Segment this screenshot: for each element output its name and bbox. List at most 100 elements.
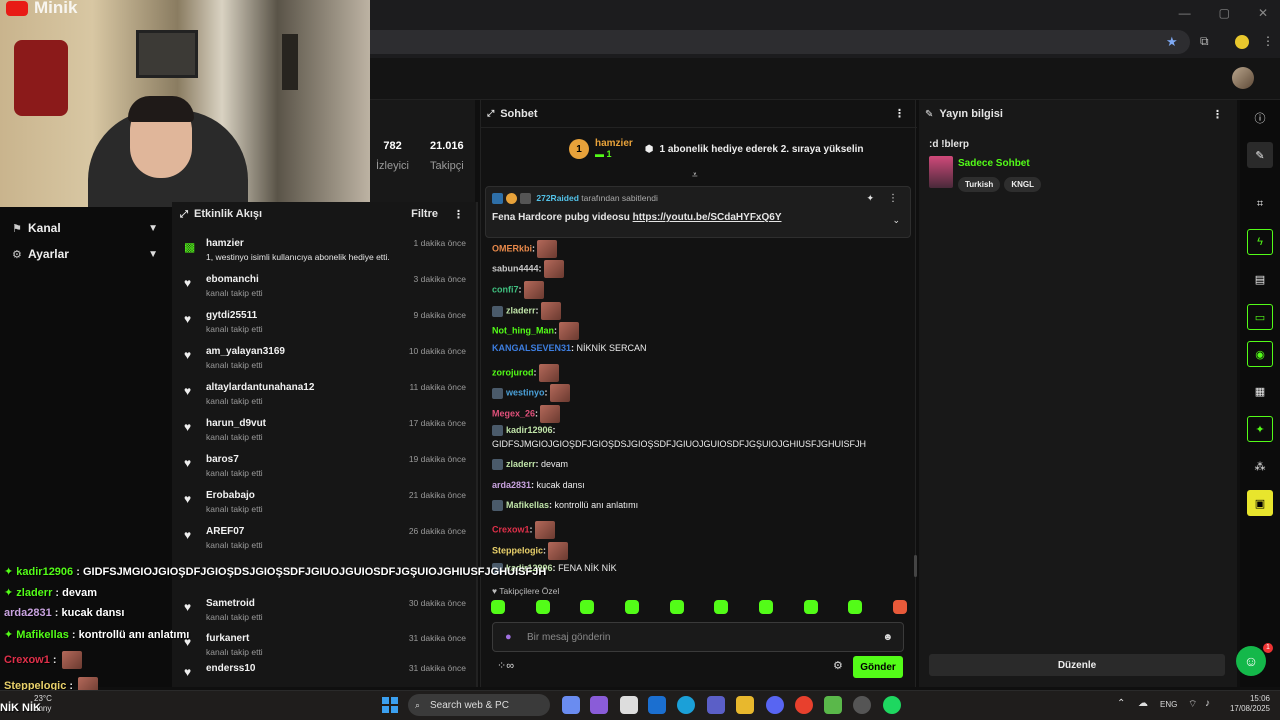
emote-icon[interactable] (548, 542, 569, 560)
emote-icon[interactable] (535, 600, 550, 614)
chat-username[interactable]: westinyo (506, 387, 545, 397)
emote-icon[interactable] (714, 600, 729, 614)
chat-message[interactable]: sabun4444: (492, 260, 564, 278)
expand-icon[interactable]: ⤢ (180, 209, 188, 220)
broadcast-icon[interactable]: ◉ (1247, 341, 1273, 367)
chat-message[interactable]: arda2831: kucak dansı (492, 480, 585, 490)
activity-user[interactable]: gytdi25511 (206, 310, 257, 321)
spotify-icon[interactable] (883, 696, 901, 714)
chat-username[interactable]: arda2831 (492, 480, 531, 490)
extensions-icon[interactable]: ⧉ (1200, 34, 1209, 49)
activity-user[interactable]: ebomanchi (206, 274, 259, 285)
chat-username[interactable]: sabun4444 (492, 263, 539, 273)
chat-username[interactable]: Not_hing_Man (492, 325, 554, 335)
emote-icon[interactable] (758, 600, 773, 614)
pencil-icon[interactable]: ✎ (1247, 142, 1273, 168)
activity-row[interactable]: ♥ harun_d9vut kanalı takip etti 17 dakika ö… (180, 414, 470, 450)
user-avatar[interactable] (1232, 67, 1254, 89)
activity-user[interactable]: am_yalayan3169 (206, 346, 285, 357)
emote-icon[interactable] (669, 600, 684, 614)
language-indicator[interactable]: ENG (1160, 700, 1177, 709)
info-icon[interactable]: ⓘ (1247, 105, 1273, 131)
activity-row[interactable]: ♥ Erobabajo kanalı takip etti 21 dakika önc… (180, 486, 470, 522)
activity-user[interactable]: hamzier (206, 238, 244, 249)
gear-icon[interactable]: ⚙ (833, 659, 843, 672)
expand-icon[interactable]: ⤢ (487, 108, 494, 119)
clapper-icon[interactable]: ▣ (1247, 490, 1273, 516)
activity-user[interactable]: furkanert (206, 633, 249, 644)
chat-message[interactable]: westinyo: (492, 384, 570, 402)
chat-username[interactable]: Mafikellas (506, 500, 549, 510)
chat-message[interactable]: Steppelogic: (492, 542, 569, 560)
copilot-icon[interactable] (562, 696, 580, 714)
activity-row[interactable]: ♥ altaylardantunahana12 kanalı takip etti 1… (180, 378, 470, 414)
chat-username[interactable]: zorojurod (492, 367, 534, 377)
mic-icon[interactable]: ● (505, 631, 512, 643)
layout-icon[interactable]: ▦ (1247, 378, 1273, 404)
browser-menu-icon[interactable]: ⋮ (1262, 34, 1274, 48)
address-bar[interactable] (300, 30, 1190, 54)
volume-icon[interactable]: ♪ (1205, 698, 1210, 709)
maximize-button[interactable]: ▢ (1219, 6, 1230, 20)
chat-username[interactable]: Megex_26 (492, 408, 535, 418)
chevron-down-icon[interactable]: ⌄ (892, 215, 900, 226)
emoji-icon[interactable]: ☻ (882, 632, 893, 643)
minimize-button[interactable]: — (1179, 6, 1191, 20)
activity-user[interactable]: Erobabajo (206, 490, 255, 501)
more-options-icon[interactable]: ⋮ (894, 107, 905, 120)
tag-chip[interactable]: KNGL (1004, 177, 1041, 192)
chat-message[interactable]: confi7: (492, 281, 544, 299)
profile-icon[interactable] (1235, 35, 1249, 49)
chat-message[interactable]: Megex_26: (492, 405, 561, 423)
emote-icon[interactable] (549, 384, 570, 402)
people-icon[interactable]: ⁂ (1247, 453, 1273, 479)
store-icon[interactable] (620, 696, 638, 714)
pin-icon[interactable]: ✦ (866, 193, 874, 204)
send-button[interactable]: Gönder (853, 656, 903, 678)
activity-row[interactable]: ▩ hamzier 1, westinyo isimli kullanıcıya a… (180, 234, 470, 270)
activity-user[interactable]: baros7 (206, 454, 239, 465)
chat-username[interactable]: confi7 (492, 284, 519, 294)
activity-row[interactable]: ♥ am_yalayan3169 kanalı takip etti 10 dakik… (180, 342, 470, 378)
app-icon[interactable] (590, 696, 608, 714)
chat-username[interactable]: kadir12906 (506, 425, 553, 435)
nav-item-ayarlar[interactable]: ⚙ Ayarlar ▼ (0, 241, 172, 267)
chat-username[interactable]: OMERkbi (492, 243, 532, 253)
emote-icon[interactable] (540, 405, 561, 423)
file-explorer-icon[interactable] (736, 696, 754, 714)
emote-icon[interactable] (892, 600, 907, 614)
emote-icon[interactable] (803, 600, 818, 614)
filter-button[interactable]: Filtre (411, 208, 438, 220)
infinity-icon[interactable]: ⁘∞ (497, 659, 514, 672)
emote-icon[interactable] (848, 600, 863, 614)
windows-start-icon[interactable] (382, 697, 398, 713)
chat-message[interactable]: kadir12906: (492, 425, 556, 437)
tag-chip[interactable]: Turkish (958, 177, 1001, 192)
nav-item-kanal[interactable]: ⚑ Kanal ▼ (0, 215, 172, 241)
scroll-down-icon[interactable]: ⩡ (692, 170, 698, 181)
pinned-link[interactable]: https://youtu.be/SCdaHYFxQ6Y (633, 212, 782, 223)
emote-icon[interactable] (538, 364, 559, 382)
emote-icon[interactable] (537, 240, 558, 258)
chat-message[interactable]: Mafikellas: kontrollü anı anlatımı (492, 500, 638, 512)
chat-username[interactable]: KANGALSEVEN31 (492, 343, 571, 353)
gift-leaderboard-banner[interactable]: 1 hamzier ▬ 1 ⬢ 1 abonelik hediye ederek… (569, 138, 864, 160)
stream-category[interactable]: Sadece Sohbet (958, 158, 1030, 169)
wrench-icon[interactable]: ✦ (1247, 416, 1273, 442)
help-chat-icon[interactable]: ☺ (1236, 646, 1266, 676)
chat-message[interactable]: zladerr: (492, 302, 561, 320)
activity-user[interactable]: altaylardantunahana12 (206, 382, 314, 393)
activity-row[interactable]: ♥ baros7 kanalı takip etti 19 dakika önce (180, 450, 470, 486)
chat-input[interactable]: ● Bir mesaj gönderin ☻ (492, 622, 904, 652)
cloud-icon[interactable]: ☁ (1138, 698, 1148, 709)
chat-message[interactable]: Crexow1: (492, 521, 555, 539)
activity-user[interactable]: harun_d9vut (206, 418, 266, 429)
chat-bubble-icon[interactable]: ▭ (1247, 304, 1273, 330)
obs-icon[interactable] (853, 696, 871, 714)
activity-row[interactable]: ♥ AREF07 kanalı takip etti 26 dakika önce (180, 522, 470, 558)
weather-widget[interactable]: 23°C unny (34, 694, 52, 714)
edge-icon[interactable] (677, 696, 695, 714)
lightning-icon[interactable]: ϟ (1247, 229, 1273, 255)
chat-username[interactable]: Crexow1 (492, 524, 530, 534)
chat-scrollbar[interactable] (914, 555, 917, 577)
